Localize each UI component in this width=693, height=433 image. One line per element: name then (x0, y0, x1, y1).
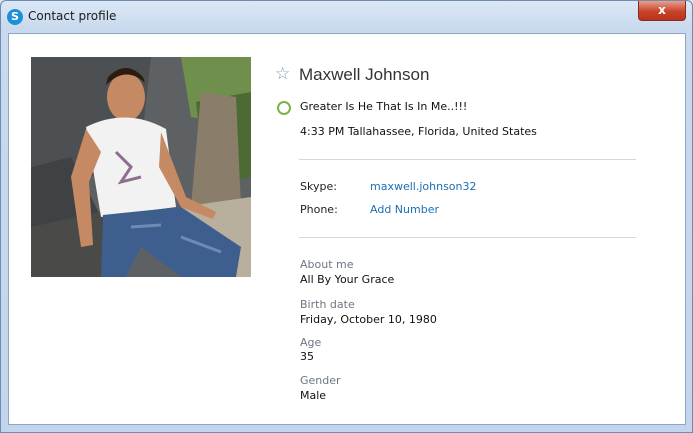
skype-icon: S (7, 9, 23, 25)
add-number-link[interactable]: Add Number (370, 203, 439, 216)
contact-name: Maxwell Johnson (299, 65, 430, 84)
gender-value: Male (300, 389, 327, 402)
contact-profile-window: S Contact profile x ☆ Maxwell Johnson Gr… (0, 0, 693, 433)
profile-content: ☆ Maxwell Johnson Greater Is He That Is … (8, 33, 686, 425)
status-circle-icon (277, 101, 291, 115)
skype-label: Skype: (300, 180, 337, 193)
window-title: Contact profile (28, 9, 117, 23)
gender-label: Gender (300, 374, 341, 387)
about-me-label: About me (300, 258, 354, 271)
local-time-location: 4:33 PM Tallahassee, Florida, United Sta… (300, 125, 537, 138)
divider (299, 159, 636, 160)
mood-message: Greater Is He That Is In Me..!!! (300, 100, 468, 113)
phone-label: Phone: (300, 203, 338, 216)
age-label: Age (300, 336, 322, 349)
age-value: 35 (300, 350, 314, 363)
close-button[interactable]: x (638, 1, 686, 21)
favorite-star-icon[interactable]: ☆ (275, 64, 290, 84)
birth-date-value: Friday, October 10, 1980 (300, 313, 437, 326)
profile-photo (31, 57, 251, 277)
about-me-value: All By Your Grace (300, 273, 395, 286)
birth-date-label: Birth date (300, 298, 355, 311)
skype-name-link[interactable]: maxwell.johnson32 (370, 180, 477, 193)
title-bar[interactable]: S Contact profile x (1, 1, 692, 33)
divider (299, 237, 636, 238)
